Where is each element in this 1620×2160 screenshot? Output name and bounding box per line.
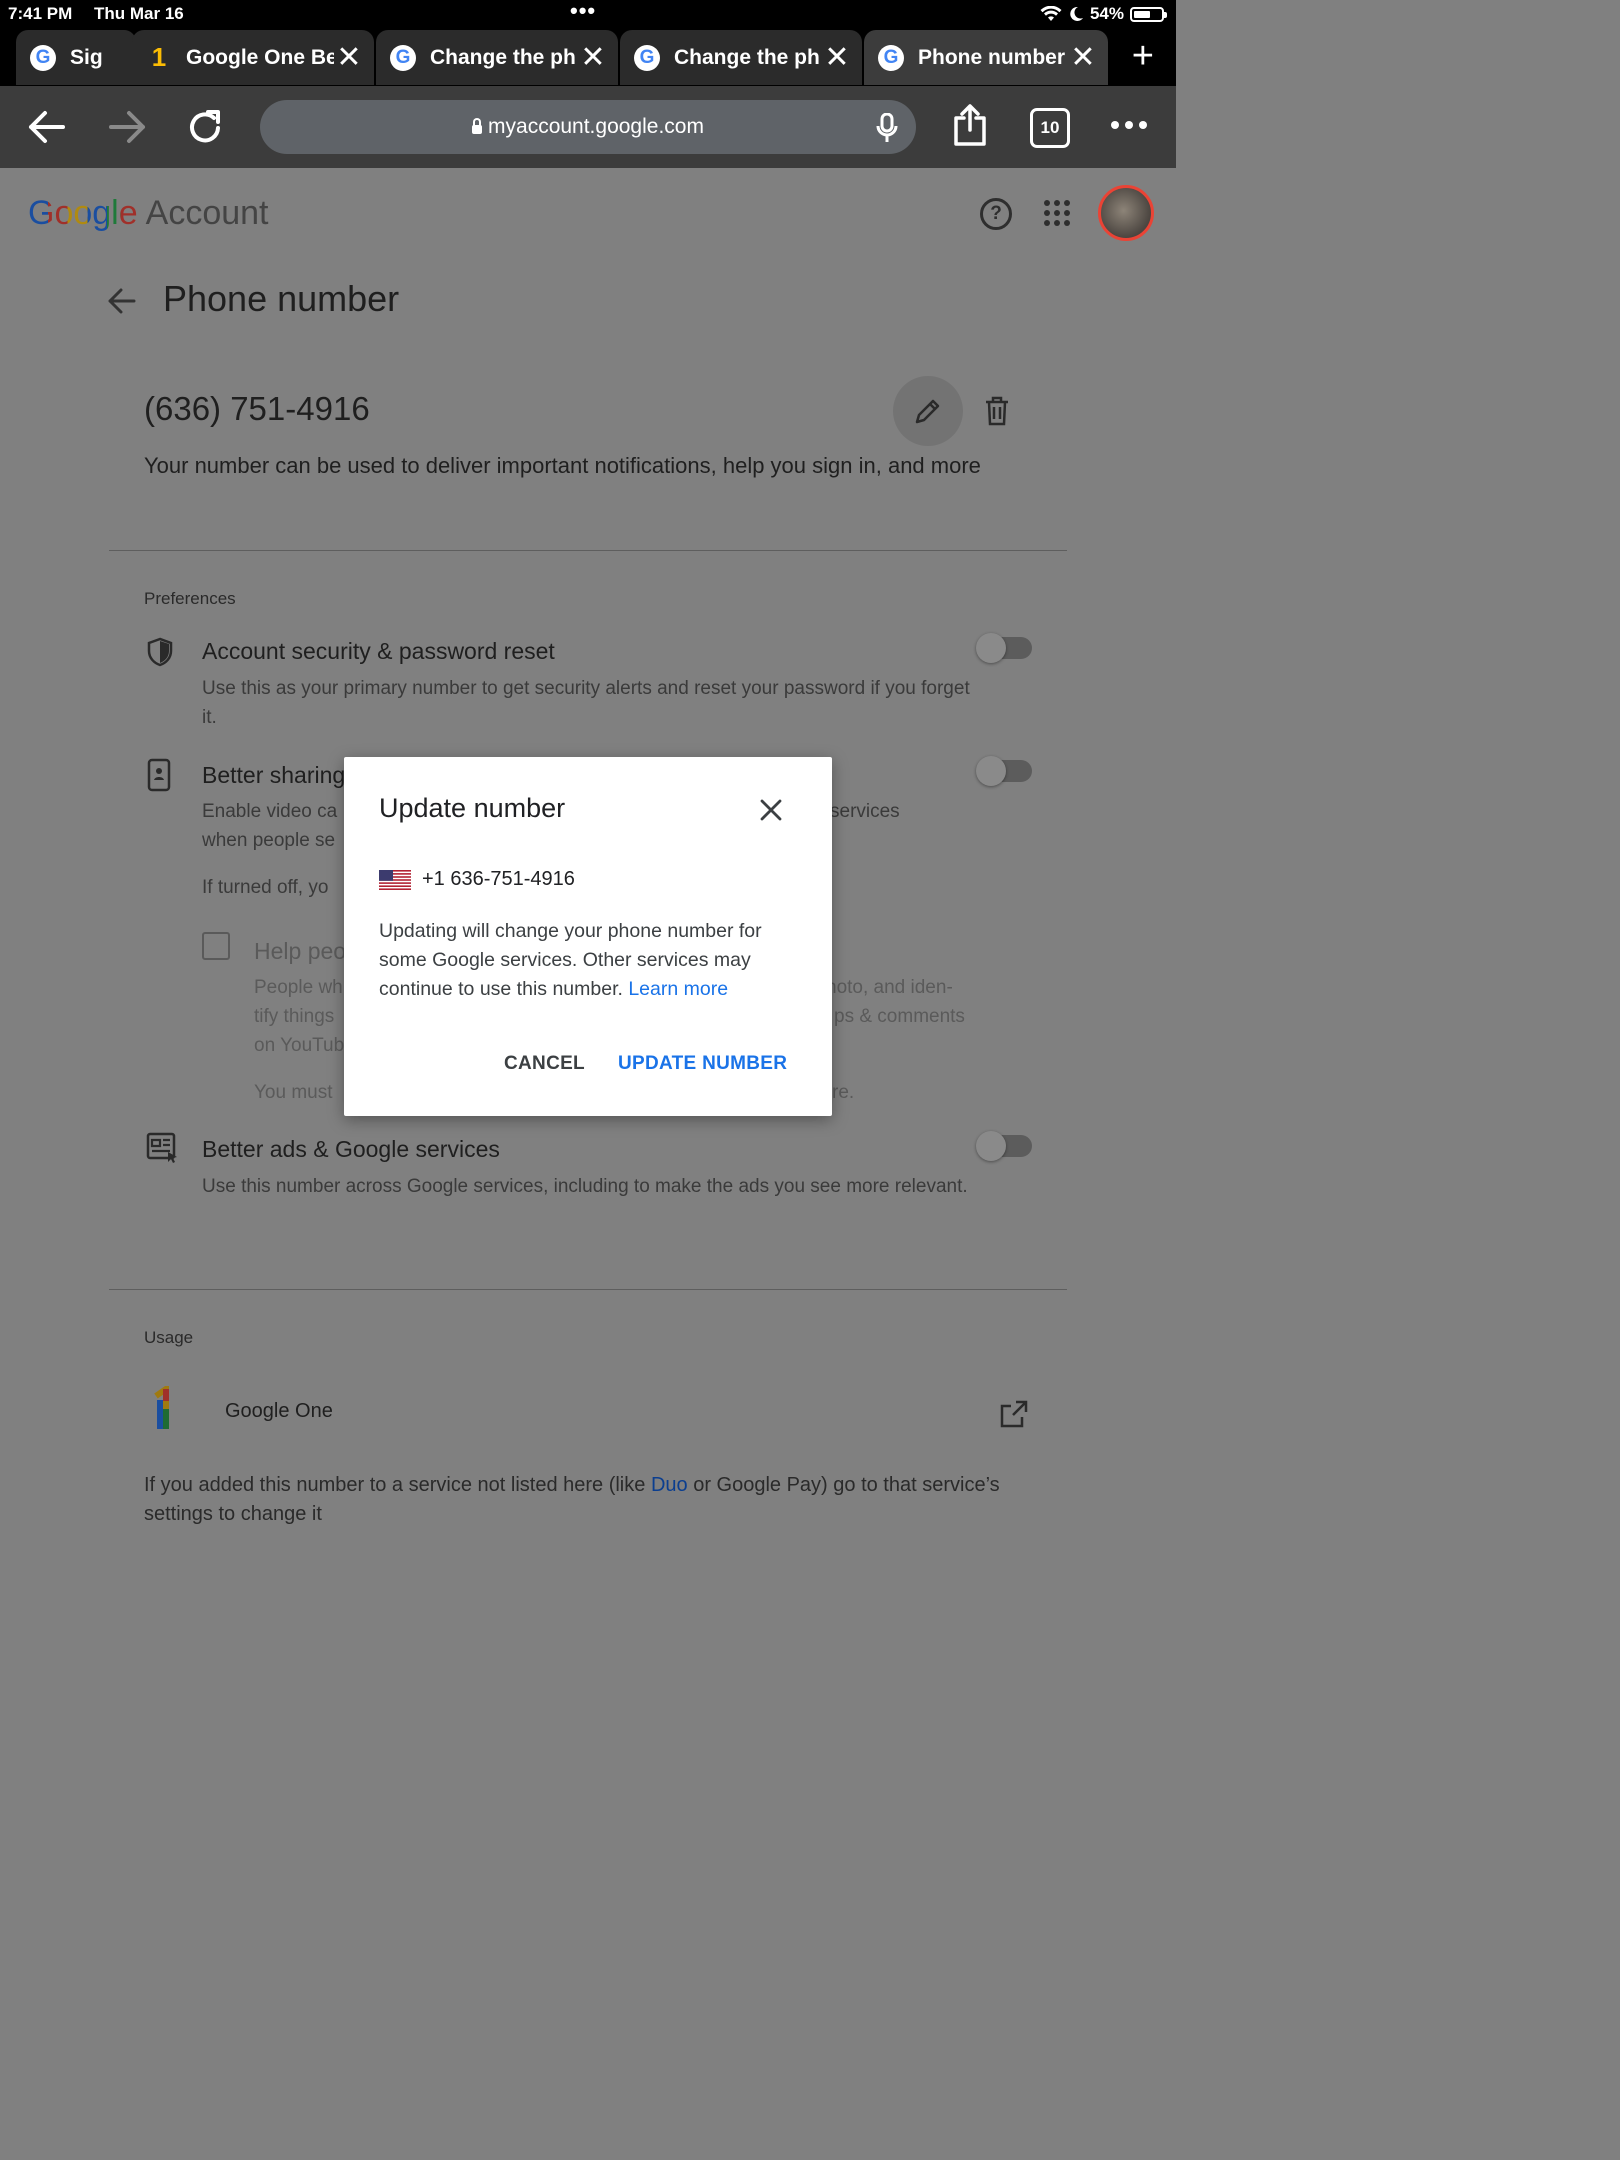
account-security-desc: Use this as your primary number to get s…: [202, 678, 970, 728]
share-icon[interactable]: [952, 104, 988, 146]
status-right: 54%: [1040, 4, 1167, 24]
forward-arrow-icon[interactable]: [108, 110, 146, 144]
trash-icon[interactable]: [984, 396, 1010, 426]
divider: [109, 1289, 1067, 1290]
help-people-desc-l2-end: ps & comments: [834, 1006, 965, 1027]
help-people-checkbox[interactable]: [202, 932, 230, 960]
dialog-title: Update number: [379, 793, 566, 823]
current-phone-number: (636) 751-4916: [144, 390, 370, 427]
better-ads-title: Better ads & Google services: [202, 1136, 500, 1162]
tab-3[interactable]: G Change the ph ✕: [376, 30, 618, 85]
phone-description: Your number can be used to deliver impor…: [144, 453, 981, 478]
account-security-toggle[interactable]: [976, 633, 1032, 663]
divider: [109, 550, 1067, 551]
multitasking-dots-icon[interactable]: •••: [570, 0, 596, 24]
edit-button[interactable]: [893, 376, 963, 446]
google-logo-text: Google: [28, 194, 138, 232]
address-bar[interactable]: myaccount.google.com: [260, 100, 916, 154]
shield-icon: [147, 637, 173, 667]
browser-toolbar: myaccount.google.com 10: [0, 86, 1176, 168]
update-number-dialog: Update number +1 636-751-4916 Updating w…: [344, 757, 832, 1116]
open-external-icon[interactable]: [1000, 1400, 1028, 1428]
help-people-desc-l1-end: hoto, and iden-: [826, 977, 953, 998]
tab-strip: G Sig 1 Google One Be ✕ G Change the ph …: [0, 30, 1176, 86]
tab-label: Google One Be: [186, 45, 334, 69]
avatar[interactable]: [1098, 185, 1154, 241]
google-g-icon: G: [634, 44, 660, 71]
update-number-button[interactable]: UPDATE NUMBER: [618, 1053, 787, 1075]
ads-icon: [146, 1132, 177, 1163]
preferences-label: Preferences: [144, 589, 236, 608]
new-tab-icon[interactable]: +: [1132, 36, 1154, 76]
duo-link[interactable]: Duo: [651, 1474, 688, 1496]
url-text: myaccount.google.com: [488, 115, 704, 138]
tab-label: Change the ph: [430, 45, 576, 69]
better-ads-toggle[interactable]: [976, 1131, 1032, 1161]
close-tab-icon[interactable]: ✕: [1068, 40, 1098, 75]
help-icon[interactable]: ?: [980, 198, 1012, 230]
google-g-icon: G: [390, 44, 416, 71]
wifi-icon: [1040, 6, 1062, 21]
google-one-icon: [154, 1386, 169, 1429]
battery-icon: [1130, 6, 1167, 22]
dialog-body: Updating will change your phone number f…: [379, 917, 809, 1004]
cancel-button[interactable]: CANCEL: [504, 1053, 585, 1075]
microphone-icon[interactable]: [876, 113, 898, 143]
back-arrow-icon[interactable]: [28, 110, 66, 144]
us-flag-icon: [379, 870, 411, 890]
close-icon[interactable]: [756, 795, 786, 825]
status-date: Thu Mar 16: [94, 4, 184, 23]
reload-icon[interactable]: [186, 108, 226, 146]
google-g-icon: G: [30, 44, 56, 71]
tab-label: Phone number: [918, 45, 1066, 69]
help-people-title: Help peo: [254, 938, 347, 964]
dialog-phone-number: +1 636-751-4916: [422, 868, 575, 890]
pencil-icon: [915, 399, 940, 424]
better-sharing-title: Better sharing: [202, 762, 346, 788]
footnote-text-a: If you added this number to a service no…: [144, 1474, 651, 1496]
usage-footnote: If you added this number to a service no…: [144, 1471, 1044, 1529]
moon-icon: [1070, 6, 1083, 21]
lock-icon: [472, 117, 483, 134]
help-people-note-end: re.: [832, 1082, 855, 1103]
tab-4[interactable]: G Change the ph ✕: [620, 30, 862, 85]
tab-2[interactable]: 1 Google One Be ✕: [132, 30, 374, 85]
tab-label: Change the ph: [674, 45, 820, 69]
close-tab-icon[interactable]: ✕: [822, 40, 852, 75]
back-arrow-icon[interactable]: [108, 288, 136, 314]
phone-person-icon: [147, 758, 171, 792]
more-options-icon[interactable]: [1110, 120, 1148, 130]
google-one-icon: 1: [151, 42, 167, 72]
apps-grid-icon[interactable]: [1044, 200, 1070, 226]
battery-percent: 54%: [1089, 4, 1124, 23]
close-tab-icon[interactable]: ✕: [334, 40, 364, 75]
tab-1[interactable]: G Sig: [16, 30, 136, 85]
google-g-icon: G: [878, 44, 904, 71]
google-account-logo[interactable]: Google Account: [28, 194, 269, 233]
learn-more-link[interactable]: Learn more: [628, 978, 728, 1000]
tab-label: Sig: [70, 45, 103, 69]
better-sharing-desc-start: Enable video ca: [202, 801, 338, 822]
better-sharing-desc-end: services: [830, 801, 900, 822]
better-sharing-toggle[interactable]: [976, 756, 1032, 786]
page-title: Phone number: [163, 278, 400, 319]
account-security-title: Account security & password reset: [202, 638, 555, 664]
tab-count-button[interactable]: 10: [1030, 108, 1070, 148]
account-logo-text: Account: [145, 194, 269, 232]
close-tab-icon[interactable]: ✕: [578, 40, 608, 75]
tab-active-phone-number[interactable]: G Phone number ✕: [864, 30, 1108, 85]
status-bar: 7:41 PM Thu Mar 16 ••• 54%: [0, 0, 1176, 30]
status-time: 7:41 PM: [8, 4, 73, 23]
usage-google-one: Google One: [225, 1400, 333, 1422]
better-ads-desc: Use this number across Google services, …: [202, 1176, 968, 1197]
usage-label: Usage: [144, 1328, 194, 1347]
